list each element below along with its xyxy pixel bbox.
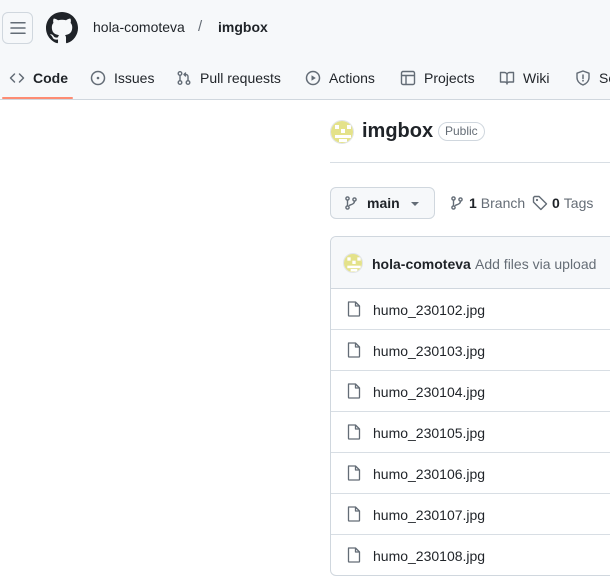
visibility-badge: Public (438, 122, 485, 141)
issue-icon (90, 70, 106, 85)
shield-icon (576, 69, 590, 86)
file-row[interactable]: humo_230102.jpg (331, 289, 610, 330)
tag-count-label: Tags (563, 195, 594, 211)
tab-projects[interactable]: Projects (400, 56, 475, 99)
tag-icon (532, 195, 548, 211)
commit-message-link[interactable]: Add files via upload (475, 256, 596, 272)
tab-label: Issues (114, 69, 155, 86)
play-icon (305, 70, 321, 85)
tab-label: Actions (329, 69, 375, 86)
repo-title[interactable]: imgbox (362, 120, 433, 143)
branch-count: 1 (469, 195, 477, 211)
tab-issues[interactable]: Issues (90, 56, 154, 99)
file-row[interactable]: humo_230107.jpg (331, 494, 610, 535)
file-name-link[interactable]: humo_230102.jpg (373, 302, 485, 318)
breadcrumb-owner-link[interactable]: hola-comoteva (93, 19, 185, 35)
tab-label: Se (599, 69, 610, 86)
repo-owner-avatar[interactable] (330, 120, 354, 144)
table-icon (400, 70, 416, 85)
identicon-avatar-icon (331, 121, 353, 143)
current-branch-label: main (367, 195, 400, 211)
file-row[interactable]: humo_230103.jpg (331, 330, 610, 371)
file-name-link[interactable]: humo_230108.jpg (373, 548, 485, 564)
breadcrumb-repo-link[interactable]: imgbox (218, 19, 268, 35)
caret-down-icon (411, 202, 419, 206)
tab-security[interactable]: Se (575, 56, 610, 99)
tab-actions[interactable]: Actions (305, 56, 375, 99)
title-divider (330, 162, 610, 163)
git-branch-icon (451, 196, 463, 210)
file-row[interactable]: humo_230108.jpg (331, 535, 610, 575)
file-icon (347, 506, 361, 522)
branches-link[interactable]: 1 Branch (449, 195, 525, 211)
file-row[interactable]: humo_230105.jpg (331, 412, 610, 453)
latest-commit-bar: hola-comoteva Add files via upload (331, 237, 610, 289)
branch-selector-button[interactable]: main (330, 187, 435, 219)
file-icon (347, 547, 361, 563)
hamburger-icon (9, 22, 26, 34)
hamburger-menu-button[interactable] (2, 12, 33, 44)
app-header: hola-comoteva / imgbox (0, 0, 610, 56)
identicon-avatar-icon (344, 254, 362, 272)
tab-wiki[interactable]: Wiki (499, 56, 549, 99)
tab-label: Code (33, 69, 68, 86)
branch-count-label: Branch (480, 195, 526, 211)
file-name-link[interactable]: humo_230105.jpg (373, 425, 485, 441)
tab-code[interactable]: Code (9, 56, 68, 99)
file-name-link[interactable]: humo_230104.jpg (373, 384, 485, 400)
tags-link[interactable]: 0 Tags (532, 195, 593, 211)
file-row[interactable]: humo_230104.jpg (331, 371, 610, 412)
file-icon (347, 342, 361, 358)
tab-label: Wiki (523, 69, 550, 86)
repo-nav-tabs: Code Issues Pull requests Actions Projec… (0, 56, 610, 100)
file-name-link[interactable]: humo_230106.jpg (373, 466, 485, 482)
pull-request-icon (177, 70, 191, 85)
file-icon (347, 301, 361, 317)
book-icon (499, 71, 515, 85)
commit-author-avatar[interactable] (343, 253, 363, 273)
file-icon (347, 424, 361, 440)
file-row[interactable]: humo_230106.jpg (331, 453, 610, 494)
tab-pull-requests[interactable]: Pull requests (176, 56, 281, 99)
tab-label: Pull requests (200, 69, 281, 86)
github-logo-icon[interactable] (46, 12, 78, 44)
file-name-link[interactable]: humo_230107.jpg (373, 507, 485, 523)
file-name-link[interactable]: humo_230103.jpg (373, 343, 485, 359)
file-icon (347, 383, 361, 399)
code-icon (9, 72, 25, 83)
tag-count: 0 (552, 195, 560, 211)
breadcrumb-separator: / (198, 18, 203, 35)
file-icon (347, 465, 361, 481)
file-list-box: hola-comoteva Add files via upload humo_… (330, 236, 610, 576)
git-branch-icon (345, 196, 357, 210)
active-tab-indicator (2, 97, 73, 99)
commit-author-link[interactable]: hola-comoteva (372, 256, 471, 272)
tab-label: Projects (424, 69, 475, 86)
